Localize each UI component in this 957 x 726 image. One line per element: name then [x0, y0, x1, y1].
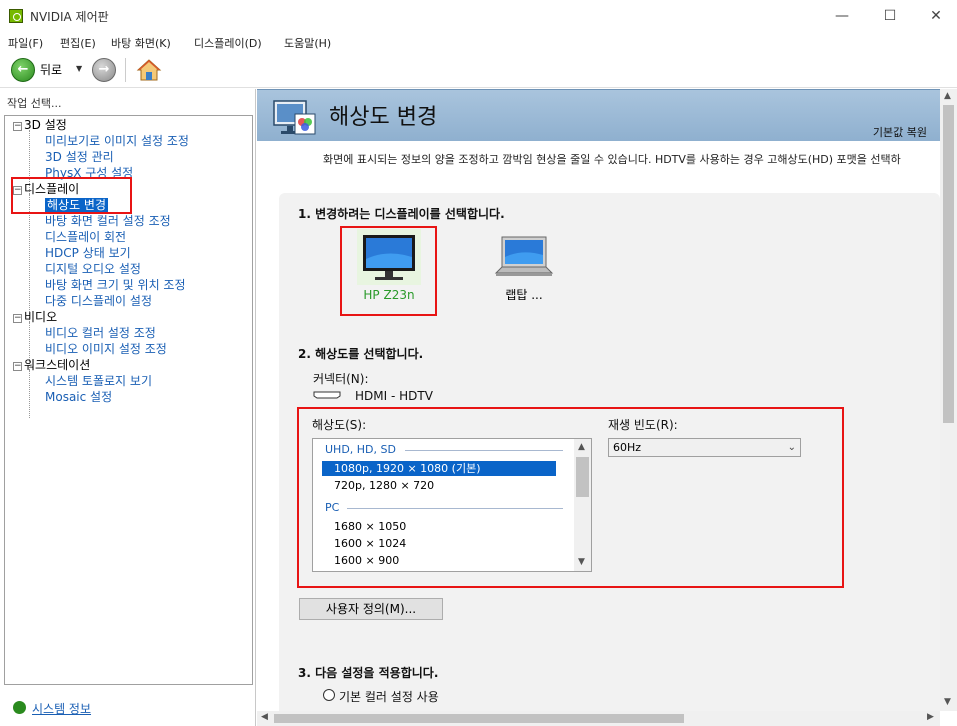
tree-connector — [29, 370, 30, 418]
horizontal-scrollbar[interactable]: ◀ ▶ — [257, 711, 940, 726]
tree-item-multi-display[interactable]: 다중 디스플레이 설정 — [45, 292, 152, 308]
home-icon[interactable] — [136, 57, 162, 83]
history-dropdown-icon[interactable]: ▼ — [76, 64, 82, 73]
menu-bar: 파일(F) 편집(E) 바탕 화면(K) 디스플레이(D) 도움말(H) — [0, 32, 957, 52]
task-panel-header: 작업 선택... — [7, 97, 62, 110]
page-title: 해상도 변경 — [329, 105, 438, 130]
tree-item-video-color[interactable]: 비디오 컬러 설정 조정 — [45, 324, 156, 340]
tree-item-digital-audio[interactable]: 디지털 오디오 설정 — [45, 260, 141, 276]
collapse-icon[interactable]: − — [13, 362, 22, 371]
page-description: 화면에 표시되는 정보의 양을 조정하고 깜박임 현상을 줄일 수 있습니다. … — [323, 153, 901, 166]
tree-item-rotate-display[interactable]: 디스플레이 회전 — [45, 228, 126, 244]
restore-defaults-link[interactable]: 기본값 복원 — [873, 124, 927, 140]
task-tree: −3D 설정 미리보기로 이미지 설정 조정 3D 설정 관리 PhysX 구성… — [4, 115, 253, 685]
tree-item-video-image[interactable]: 비디오 이미지 설정 조정 — [45, 340, 167, 356]
tree-item-system-topology[interactable]: 시스템 토폴로지 보기 — [45, 372, 152, 388]
tree-category-video[interactable]: − 비디오 — [13, 308, 57, 324]
menu-edit[interactable]: 편집(E) — [60, 35, 96, 51]
step1-title: 1. 변경하려는 디스플레이를 선택합니다. — [298, 207, 505, 221]
display-name: 랩탑 ... — [505, 288, 543, 302]
content-panel: 해상도 변경 기본값 복원 화면에 표시되는 정보의 양을 조정하고 깜박임 현… — [257, 89, 957, 726]
back-label[interactable]: 뒤로 — [40, 61, 62, 78]
scroll-left-icon[interactable]: ◀ — [261, 712, 268, 722]
tree-item-hdcp-status[interactable]: HDCP 상태 보기 — [45, 244, 131, 260]
scroll-up-icon[interactable]: ▲ — [944, 91, 951, 101]
menu-help[interactable]: 도움말(H) — [284, 35, 331, 51]
display-settings-icon — [273, 100, 316, 135]
task-panel: 작업 선택... −3D 설정 미리보기로 이미지 설정 조정 3D 설정 관리… — [0, 89, 256, 726]
tree-item-3d-manage[interactable]: 3D 설정 관리 — [45, 148, 114, 164]
scroll-down-icon[interactable]: ▼ — [944, 697, 951, 707]
back-button[interactable]: ← — [11, 58, 35, 82]
connector-value: HDMI - HDTV — [355, 389, 433, 403]
menu-display[interactable]: 디스플레이(D) — [194, 35, 262, 51]
default-color-label: 기본 컬러 설정 사용 — [339, 690, 439, 704]
custom-resolution-button[interactable]: 사용자 정의(M)... — [299, 598, 443, 620]
tree-category-workstation[interactable]: − 워크스테이션 — [13, 356, 90, 372]
hdmi-icon — [313, 391, 341, 399]
default-color-radio[interactable] — [323, 689, 335, 701]
maximize-button[interactable]: ☐ — [867, 0, 913, 32]
menu-file[interactable]: 파일(F) — [8, 35, 43, 51]
collapse-icon[interactable]: − — [13, 314, 22, 323]
tree-item-preview-image[interactable]: 미리보기로 이미지 설정 조정 — [45, 132, 189, 148]
collapse-icon[interactable]: − — [13, 122, 22, 131]
title-bar: NVIDIA 제어판 — ☐ ✕ — [0, 0, 957, 32]
display-laptop[interactable]: 랩탑 ... — [485, 235, 563, 303]
highlight-box — [340, 226, 437, 316]
highlight-box — [11, 177, 132, 214]
laptop-icon — [494, 236, 554, 276]
highlight-box — [297, 407, 844, 588]
tree-item-desktop-color[interactable]: 바탕 화면 컬러 설정 조정 — [45, 212, 171, 228]
vertical-scrollbar[interactable]: ▲ ▼ — [940, 89, 957, 711]
page-banner: 해상도 변경 기본값 복원 — [257, 89, 940, 141]
arrow-right-icon: → — [98, 62, 110, 77]
window-title: NVIDIA 제어판 — [30, 10, 109, 24]
tree-item-mosaic[interactable]: Mosaic 설정 — [45, 388, 112, 404]
scroll-right-icon[interactable]: ▶ — [927, 712, 934, 722]
menu-desktop[interactable]: 바탕 화면(K) — [111, 35, 171, 51]
close-button[interactable]: ✕ — [913, 0, 957, 32]
arrow-left-icon: ← — [17, 62, 29, 77]
system-info-link[interactable]: 시스템 정보 — [13, 700, 91, 717]
tree-category-3d[interactable]: −3D 설정 — [13, 116, 67, 132]
scroll-thumb[interactable] — [274, 714, 684, 723]
step2-title: 2. 해상도를 선택합니다. — [298, 347, 424, 361]
connector-label: 커넥터(N): — [313, 372, 369, 386]
tree-item-desktop-size[interactable]: 바탕 화면 크기 및 위치 조정 — [45, 276, 186, 292]
toolbar-separator — [125, 58, 126, 82]
scroll-thumb[interactable] — [943, 105, 954, 423]
nvidia-logo-icon — [9, 9, 23, 23]
step3-title: 3. 다음 설정을 적용합니다. — [298, 666, 439, 680]
toolbar: ← 뒤로 ▼ → — [0, 52, 957, 88]
forward-button[interactable]: → — [92, 58, 116, 82]
minimize-button[interactable]: — — [819, 0, 865, 32]
info-icon — [13, 701, 26, 714]
